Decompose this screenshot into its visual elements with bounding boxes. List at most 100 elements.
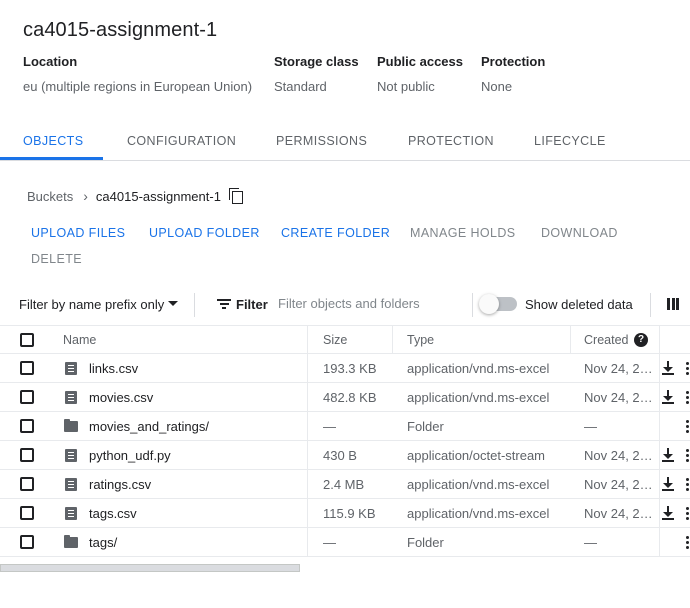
more-vert-icon[interactable] [686, 449, 689, 463]
row-checkbox[interactable] [20, 448, 34, 462]
object-type: application/vnd.ms-excel [407, 505, 550, 521]
delete-button[interactable]: DELETE [31, 252, 82, 266]
copy-icon[interactable] [228, 188, 243, 204]
chevron-right-icon: › [83, 188, 88, 204]
object-type: application/vnd.ms-excel [407, 476, 550, 492]
table-row[interactable]: tags.csv 115.9 KB application/vnd.ms-exc… [0, 499, 690, 528]
object-type: application/vnd.ms-excel [407, 389, 550, 405]
upload-files-button[interactable]: UPLOAD FILES [31, 226, 125, 240]
public-access-value: Not public [377, 79, 435, 94]
object-name-link[interactable]: ratings.csv [89, 470, 151, 498]
row-checkbox[interactable] [20, 390, 34, 404]
breadcrumb: Buckets › ca4015-assignment-1 [27, 188, 243, 204]
tab-lifecycle[interactable]: LIFECYCLE [534, 134, 606, 148]
more-vert-icon[interactable] [686, 362, 689, 376]
download-icon[interactable] [661, 390, 675, 405]
breadcrumb-buckets-link[interactable]: Buckets [27, 189, 73, 204]
column-separator [307, 326, 308, 354]
object-created: — [584, 418, 597, 434]
object-name-link[interactable]: links.csv [89, 354, 138, 382]
location-value: eu (multiple regions in European Union) [23, 79, 253, 94]
table-row[interactable]: links.csv 193.3 KB application/vnd.ms-ex… [0, 354, 690, 383]
caret-down-icon[interactable] [168, 301, 178, 306]
column-separator [659, 470, 660, 498]
tab-protection[interactable]: PROTECTION [408, 134, 494, 148]
help-icon[interactable]: ? [634, 333, 648, 347]
row-checkbox[interactable] [20, 361, 34, 375]
more-vert-icon[interactable] [686, 478, 689, 492]
more-vert-icon[interactable] [686, 507, 689, 521]
protection-label: Protection [481, 54, 546, 69]
breadcrumb-current: ca4015-assignment-1 [95, 188, 221, 204]
column-separator [307, 354, 308, 382]
more-vert-icon[interactable] [686, 536, 689, 550]
folder-icon [64, 419, 78, 432]
row-checkbox[interactable] [20, 419, 34, 433]
object-type: application/vnd.ms-excel [407, 360, 550, 376]
filter-label: Filter [236, 297, 268, 312]
filter-input[interactable] [278, 296, 463, 311]
table-row[interactable]: python_udf.py 430 B application/octet-st… [0, 441, 690, 470]
object-created: Nov 24, 2… [584, 505, 653, 521]
column-separator [307, 470, 308, 498]
horizontal-scrollbar[interactable] [0, 564, 300, 572]
filter-toolbar: Filter by name prefix only Filter Show d… [0, 287, 690, 323]
column-separator [659, 383, 660, 411]
file-icon [65, 362, 77, 375]
object-name-link[interactable]: tags.csv [89, 499, 137, 527]
row-checkbox[interactable] [20, 477, 34, 491]
object-type: Folder [407, 418, 444, 434]
toggle-knob[interactable] [479, 294, 499, 314]
select-all-checkbox[interactable] [20, 333, 34, 347]
object-name-link[interactable]: movies_and_ratings/ [89, 412, 209, 440]
table-row[interactable]: ratings.csv 2.4 MB application/vnd.ms-ex… [0, 470, 690, 499]
upload-folder-button[interactable]: UPLOAD FOLDER [149, 226, 260, 240]
download-button[interactable]: DOWNLOAD [541, 226, 618, 240]
file-icon [65, 449, 77, 462]
column-header-size[interactable]: Size [323, 326, 347, 354]
tab-permissions[interactable]: PERMISSIONS [276, 134, 367, 148]
file-icon [65, 507, 77, 520]
column-header-name[interactable]: Name [63, 326, 96, 354]
download-icon[interactable] [661, 448, 675, 463]
column-display-icon[interactable] [667, 298, 679, 310]
object-name-link[interactable]: movies.csv [89, 383, 153, 411]
row-checkbox[interactable] [20, 535, 34, 549]
object-size: 430 B [323, 447, 357, 463]
tab-bar: OBJECTS CONFIGURATION PERMISSIONS PROTEC… [0, 126, 690, 161]
download-icon[interactable] [661, 506, 675, 521]
more-vert-icon[interactable] [686, 420, 689, 434]
object-type: Folder [407, 534, 444, 550]
object-size: 2.4 MB [323, 476, 365, 492]
column-separator [659, 441, 660, 469]
column-separator [659, 354, 660, 382]
download-icon[interactable] [661, 477, 675, 492]
prefix-filter-select[interactable]: Filter by name prefix only [19, 297, 164, 312]
public-access-label: Public access [377, 54, 463, 69]
tab-objects[interactable]: OBJECTS [23, 134, 83, 148]
table-row[interactable]: movies_and_ratings/ — Folder — [0, 412, 690, 441]
more-vert-icon[interactable] [686, 391, 689, 405]
tab-configuration[interactable]: CONFIGURATION [127, 134, 236, 148]
column-separator [307, 412, 308, 440]
object-type: application/octet-stream [407, 447, 546, 463]
table-row[interactable]: tags/ — Folder — [0, 528, 690, 557]
location-label: Location [23, 54, 78, 69]
manage-holds-button[interactable]: MANAGE HOLDS [410, 226, 516, 240]
file-icon [65, 478, 77, 491]
object-name-link[interactable]: python_udf.py [89, 441, 171, 469]
row-checkbox[interactable] [20, 506, 34, 520]
column-separator [307, 383, 308, 411]
object-size: — [323, 418, 336, 434]
column-separator [307, 441, 308, 469]
column-header-type[interactable]: Type [407, 326, 434, 354]
object-created: Nov 24, 2… [584, 389, 653, 405]
object-name-link[interactable]: tags/ [89, 528, 117, 556]
location-info: Location eu (multiple regions in Europea… [23, 54, 252, 94]
column-separator [659, 412, 660, 440]
create-folder-button[interactable]: CREATE FOLDER [281, 226, 390, 240]
download-icon[interactable] [661, 361, 675, 376]
page-title: ca4015-assignment-1 [23, 19, 218, 41]
column-header-created[interactable]: Created [584, 326, 628, 354]
table-row[interactable]: movies.csv 482.8 KB application/vnd.ms-e… [0, 383, 690, 412]
